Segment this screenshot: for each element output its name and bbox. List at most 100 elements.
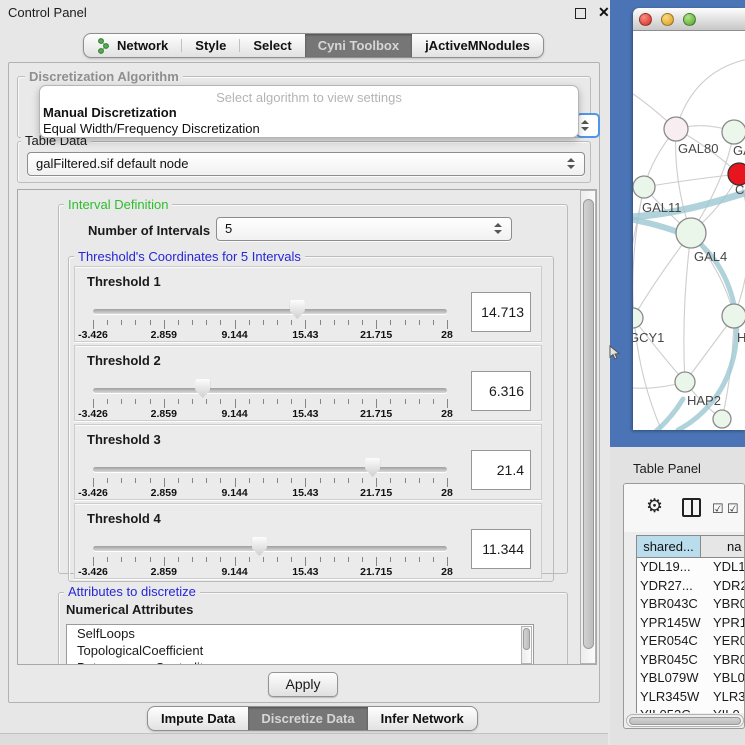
tick-mark [291,320,292,325]
cell-name: YDL1 [713,558,745,577]
checkbox-icon[interactable]: ☑ [712,501,724,517]
tick-mark [235,399,236,408]
checkbox-icon[interactable]: ☑ [727,501,739,517]
tab-cyni-toolbox[interactable]: Cyni Toolbox [305,34,412,57]
tick-mark [376,557,377,566]
tick-mark [447,557,448,566]
table-row[interactable]: YIL052CYIL0 [637,706,745,713]
attribute-list-item[interactable]: BetweennessCentrality [67,659,533,665]
tick-mark [220,478,221,483]
tab-impute-data[interactable]: Impute Data [148,707,248,730]
tab-discretize-data[interactable]: Discretize Data [248,707,367,730]
threshold-slider-track[interactable] [93,309,447,314]
network-tab-icon [97,38,111,54]
tick-mark [362,399,363,404]
tab-style[interactable]: Style [182,34,239,57]
gear-icon[interactable]: ⚙ [646,495,663,518]
numerical-attributes-heading: Numerical Attributes [66,602,193,617]
dropdown-option-manual[interactable]: Manual Discretization [43,105,573,121]
threshold-slider-track[interactable] [93,388,447,393]
table-rows: YDL19...YDL1YDR27...YDR2YBR043CYBR0YPR14… [637,558,745,713]
table-row[interactable]: YDR27...YDR2 [637,577,745,596]
minimize-traffic-light-icon[interactable] [661,13,674,26]
table-row[interactable]: YDL19...YDL1 [637,558,745,577]
tick-mark [291,399,292,404]
network-node[interactable] [675,372,695,392]
network-node[interactable] [722,304,745,328]
float-window-icon[interactable] [575,8,586,19]
cell-shared-name: YBL079W [640,669,699,688]
columns-icon[interactable] [682,498,701,517]
tab-label: Infer Network [381,711,464,726]
slider-scale-labels: -3.4262.8599.14415.4321.71528 [93,487,447,499]
threshold-slider-thumb[interactable] [365,458,380,477]
table-row[interactable]: YBR043CYBR0 [637,595,745,614]
attribute-list-item[interactable]: TopologicalCoefficient [67,642,533,659]
network-window-titlebar[interactable] [633,8,745,31]
threshold-slider-track[interactable] [93,467,447,472]
discretization-algorithm-title: Discretization Algorithm [25,70,183,83]
zoom-traffic-light-icon[interactable] [683,13,696,26]
tab-infer-network[interactable]: Infer Network [368,707,477,730]
algorithm-dropdown-popup: Select algorithm to view settings Manual… [39,85,579,138]
threshold-slider-thumb[interactable] [252,537,267,556]
tick-mark [206,478,207,483]
tab-jactivemnodules[interactable]: jActiveMNodules [412,34,543,57]
threshold-value-field[interactable]: 6.316 [471,371,531,411]
network-node[interactable] [664,117,688,141]
number-of-intervals-combobox[interactable]: 5 [216,217,512,241]
threshold-value-field[interactable]: 11.344 [471,529,531,569]
tick-mark [405,399,406,404]
attributes-list-scrollbar[interactable] [521,626,532,664]
cell-name: YDR2 [713,577,745,596]
threshold-slider-thumb[interactable] [195,379,210,398]
table-row[interactable]: YER054CYER0 [637,632,745,651]
threshold-slider-thumb[interactable] [290,300,305,319]
attribute-list-item[interactable]: SelfLoops [67,625,533,642]
scale-label: -3.426 [70,566,116,578]
network-node[interactable] [713,410,731,428]
tick-mark [220,399,221,404]
network-node[interactable] [722,120,745,144]
scale-label: 21.715 [353,408,399,420]
bottom-tab-bar: Impute Data Discretize Data Infer Networ… [147,706,478,731]
threshold-value-field[interactable]: 21.4 [471,450,531,490]
screen: Control Panel ✕ Network Style Select Cyn… [0,0,745,745]
threshold-value-field[interactable]: 14.713 [471,292,531,332]
cell-name: YLR3 [713,688,745,707]
network-node[interactable] [633,176,655,198]
tab-select[interactable]: Select [240,34,304,57]
cell-shared-name: YPR145W [640,614,701,633]
table-horizontal-scrollbar[interactable] [626,714,744,727]
tick-mark [334,320,335,325]
threshold-3-card: Threshold 3 -3.4262.8599.14415.4321.7152… [74,424,542,500]
window-bottom-strip [0,733,608,745]
tab-network[interactable]: Network [84,34,181,57]
scale-label: 21.715 [353,566,399,578]
column-header-name[interactable]: na [701,536,745,558]
table-row[interactable]: YPR145WYPR1 [637,614,745,633]
tick-mark [433,478,434,483]
tick-mark [263,478,264,483]
threshold-slider-track[interactable] [93,546,447,551]
network-node[interactable] [676,218,706,248]
network-node-label: C [735,182,744,197]
network-node[interactable] [633,308,643,328]
tick-mark [305,399,306,408]
tick-mark [206,320,207,325]
algorithm-combobox[interactable] [576,113,600,138]
close-icon[interactable]: ✕ [598,4,610,21]
table-row[interactable]: YLR345WYLR3 [637,688,745,707]
column-header-shared-name[interactable]: shared... [637,536,701,558]
table-row[interactable]: YBR045CYBR0 [637,651,745,670]
top-tab-bar: Network Style Select Cyni Toolbox jActiv… [83,33,544,58]
table-data-combobox[interactable]: galFiltered.sif default node [27,152,585,176]
network-canvas[interactable]: GAL80GALCGAL11GAL4GCY1HHAP2 [633,31,745,430]
apply-button[interactable]: Apply [268,672,338,697]
dropdown-option-equal-width[interactable]: Equal Width/Frequency Discretization [43,121,573,137]
table-row[interactable]: YBL079WYBL0 [637,669,745,688]
panel-vertical-scrollbar[interactable] [580,190,596,664]
network-node-label: GAL [733,143,745,158]
window-title: Control Panel [8,5,87,20]
close-traffic-light-icon[interactable] [639,13,652,26]
